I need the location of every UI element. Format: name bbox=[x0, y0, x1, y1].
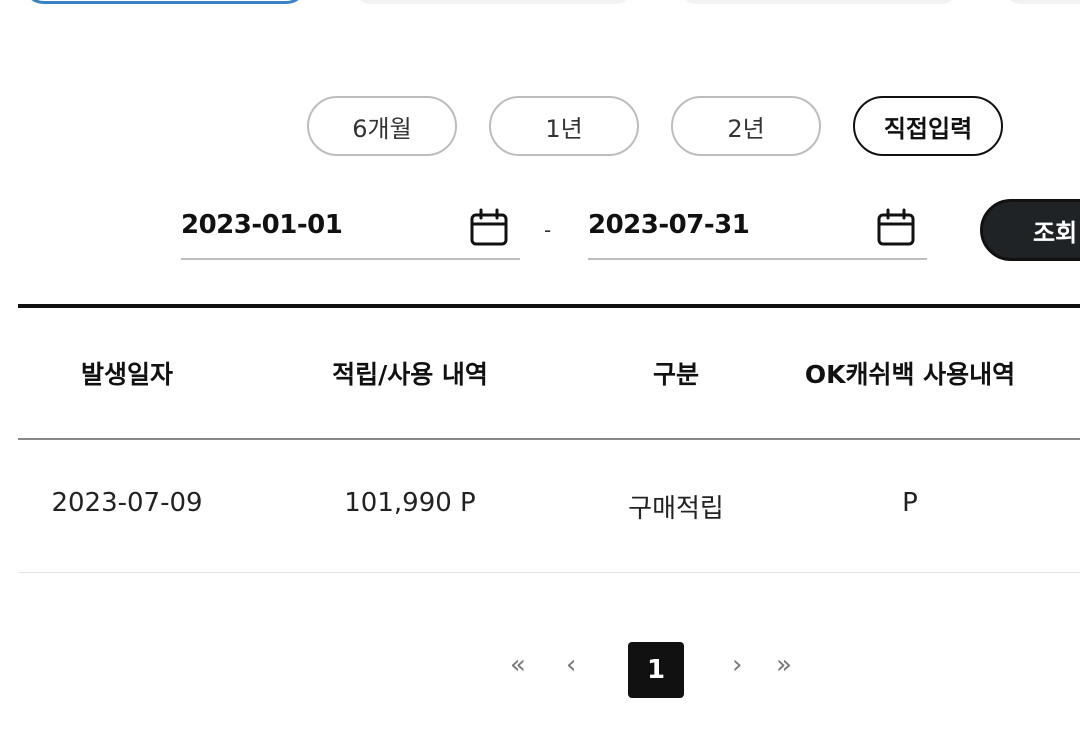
calendar-icon[interactable] bbox=[469, 208, 509, 248]
cell-date: 2023-07-09 bbox=[51, 488, 203, 518]
date-range-separator: - bbox=[544, 218, 552, 242]
table-row-divider bbox=[18, 572, 1080, 573]
start-date-field[interactable]: 2023-01-01 bbox=[181, 200, 520, 260]
period-1-year-button[interactable]: 1년 bbox=[489, 96, 639, 156]
table-header-divider bbox=[18, 438, 1080, 440]
search-button-label: 조회 bbox=[1033, 218, 1078, 247]
next-page-icon[interactable]: › bbox=[732, 650, 742, 680]
top-tab-2[interactable] bbox=[350, 0, 636, 4]
start-date-value: 2023-01-01 bbox=[181, 210, 343, 240]
search-button[interactable]: 조회 bbox=[980, 199, 1080, 261]
prev-page-icon[interactable]: ‹ bbox=[566, 650, 576, 680]
cell-points: 101,990 P bbox=[344, 488, 476, 518]
cell-type: 구매적립 bbox=[628, 494, 724, 524]
top-tab-3[interactable] bbox=[676, 0, 962, 4]
end-date-field[interactable]: 2023-07-31 bbox=[588, 200, 927, 260]
current-page-button[interactable]: 1 bbox=[628, 642, 684, 698]
cell-okcashbag: P bbox=[902, 488, 918, 518]
period-6-months-button[interactable]: 6개월 bbox=[307, 96, 457, 156]
top-tab-active[interactable] bbox=[22, 0, 308, 4]
points-history-page: 6개월 1년 2년 직접입력 2023-01-01 - 2023-07-31 조… bbox=[0, 0, 1080, 743]
column-header-date: 발생일자 bbox=[80, 360, 173, 389]
table-top-border bbox=[18, 304, 1080, 308]
last-page-icon[interactable]: » bbox=[776, 650, 792, 680]
period-2-years-button[interactable]: 2년 bbox=[671, 96, 821, 156]
first-page-icon[interactable]: « bbox=[510, 650, 526, 680]
period-custom-button[interactable]: 직접입력 bbox=[853, 96, 1003, 156]
calendar-icon[interactable] bbox=[876, 208, 916, 248]
column-header-type: 구분 bbox=[652, 360, 699, 389]
end-date-value: 2023-07-31 bbox=[588, 210, 750, 240]
column-header-points: 적립/사용 내역 bbox=[332, 360, 488, 389]
column-header-okcashbag: OK캐쉬백 사용내역 bbox=[804, 360, 1016, 389]
top-tab-4[interactable] bbox=[1000, 0, 1080, 4]
